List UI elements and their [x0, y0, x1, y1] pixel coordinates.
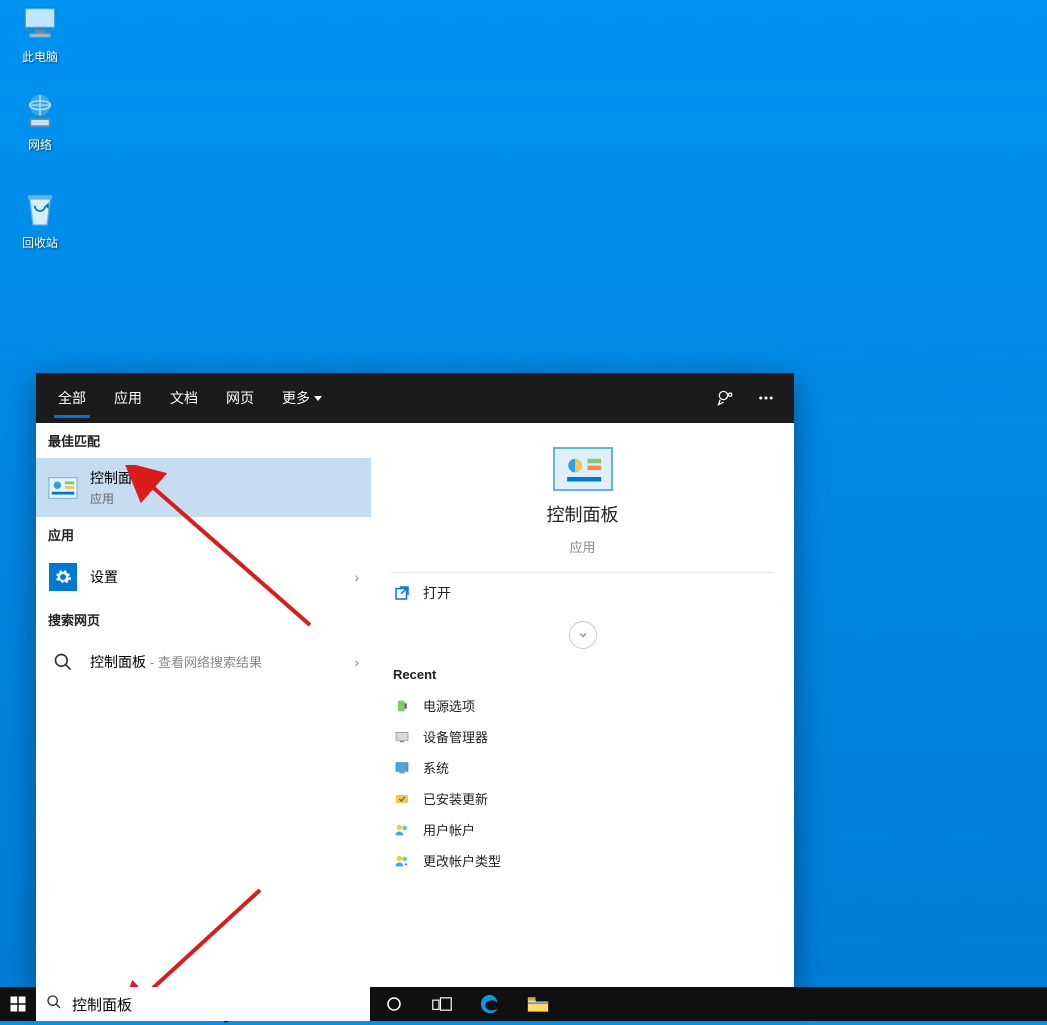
action-open[interactable]: 打开 — [389, 573, 776, 613]
more-options-icon[interactable] — [746, 373, 786, 423]
tab-label: 应用 — [114, 388, 142, 408]
section-search-web: 搜索网页 — [36, 602, 371, 637]
recent-label: 更改帐户类型 — [423, 851, 501, 870]
tab-label: 全部 — [58, 388, 86, 408]
desktop-icon-label: 此电脑 — [22, 48, 58, 65]
recent-item-change-account-type[interactable]: 更改帐户类型 — [389, 845, 776, 876]
recent-item-installed-updates[interactable]: 已安装更新 — [389, 783, 776, 814]
recent-label: 已安装更新 — [423, 789, 488, 808]
start-search-panel: 全部 应用 文档 网页 更多 最佳匹配 — [36, 373, 794, 987]
recent-item-user-accounts[interactable]: 用户帐户 — [389, 814, 776, 845]
open-icon — [393, 584, 411, 602]
chevron-right-icon: › — [354, 569, 359, 585]
tab-web[interactable]: 网页 — [212, 373, 268, 423]
detail-column: 控制面板 应用 打开 Recent — [371, 423, 794, 987]
chevron-right-icon: › — [354, 654, 359, 670]
expand-button[interactable] — [569, 621, 597, 649]
desktop-icon-this-pc[interactable]: 此电脑 — [2, 4, 78, 65]
search-icon — [48, 647, 78, 677]
section-recent: Recent — [389, 663, 776, 690]
action-label: 打开 — [423, 583, 451, 603]
computer-icon — [19, 4, 61, 44]
desktop-icon-label: 回收站 — [22, 234, 58, 251]
change-account-icon — [393, 852, 411, 870]
start-button[interactable] — [0, 987, 36, 1021]
tab-documents[interactable]: 文档 — [156, 373, 212, 423]
search-icon — [46, 994, 62, 1015]
settings-icon — [48, 562, 78, 592]
power-icon — [393, 697, 411, 715]
device-manager-icon — [393, 728, 411, 746]
tab-more[interactable]: 更多 — [268, 373, 336, 423]
task-view-button[interactable] — [418, 987, 466, 1021]
control-panel-icon — [48, 473, 78, 503]
result-web-search[interactable]: 控制面板 - 查看网络搜索结果 › — [36, 637, 371, 687]
section-best-match: 最佳匹配 — [36, 423, 371, 458]
web-query: 控制面板 — [90, 654, 146, 670]
search-tabs: 全部 应用 文档 网页 更多 — [36, 373, 794, 423]
tab-all[interactable]: 全部 — [44, 373, 100, 423]
detail-subtitle: 应用 — [569, 537, 595, 556]
updates-icon — [393, 790, 411, 808]
tab-label: 更多 — [282, 388, 310, 408]
recent-item-device-manager[interactable]: 设备管理器 — [389, 721, 776, 752]
result-best-match[interactable]: 控制面板 应用 — [36, 458, 371, 517]
taskbar — [0, 987, 1047, 1021]
result-app-settings[interactable]: 设置 › — [36, 552, 371, 602]
result-title: 控制面板 — [90, 468, 359, 488]
recent-label: 系统 — [423, 758, 449, 777]
cortana-button[interactable] — [370, 987, 418, 1021]
tab-apps[interactable]: 应用 — [100, 373, 156, 423]
system-icon — [393, 759, 411, 777]
recent-item-system[interactable]: 系统 — [389, 752, 776, 783]
tab-label: 网页 — [226, 388, 254, 408]
recent-label: 电源选项 — [423, 696, 475, 715]
desktop-icon-recycle-bin[interactable]: 回收站 — [2, 190, 78, 251]
desktop-icon-label: 网络 — [28, 136, 52, 153]
recent-label: 用户帐户 — [423, 820, 475, 839]
web-suffix: - 查看网络搜索结果 — [150, 655, 262, 670]
recent-label: 设备管理器 — [423, 727, 488, 746]
result-title: 设置 — [90, 567, 342, 587]
desktop-icon-network[interactable]: 网络 — [2, 92, 78, 153]
control-panel-icon — [553, 447, 613, 491]
recent-item-power-options[interactable]: 电源选项 — [389, 690, 776, 721]
result-subtitle: 应用 — [90, 490, 359, 507]
results-column: 最佳匹配 控制面板 应用 应用 — [36, 423, 371, 987]
edge-button[interactable] — [466, 987, 514, 1021]
user-accounts-icon — [393, 821, 411, 839]
windows-logo-icon — [9, 995, 27, 1013]
tab-label: 文档 — [170, 388, 198, 408]
feedback-icon[interactable] — [706, 373, 746, 423]
taskbar-search-box[interactable] — [36, 987, 370, 1021]
network-icon — [19, 92, 61, 132]
detail-title: 控制面板 — [547, 501, 619, 527]
file-explorer-button[interactable] — [514, 987, 562, 1021]
search-input[interactable] — [72, 996, 360, 1013]
chevron-down-icon — [314, 396, 322, 401]
recycle-bin-icon — [19, 190, 61, 230]
section-apps: 应用 — [36, 517, 371, 552]
